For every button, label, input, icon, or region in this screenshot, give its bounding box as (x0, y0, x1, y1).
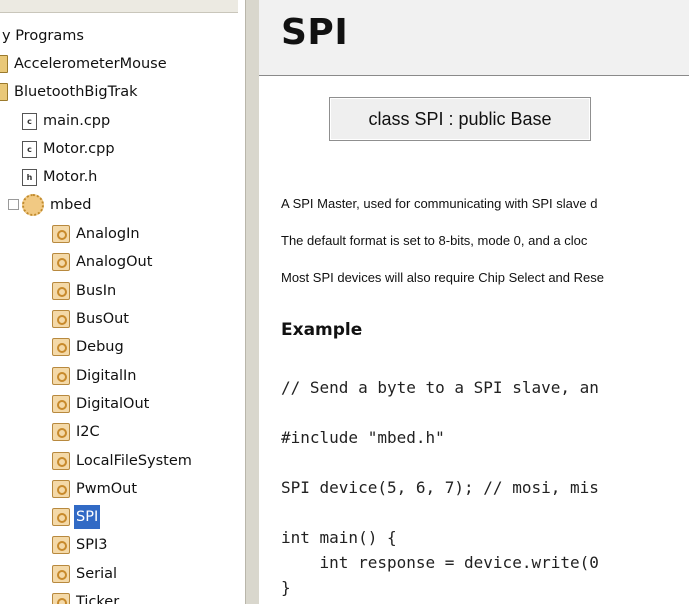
documentation-panel: SPI class SPI : public Base A SPI Master… (259, 0, 689, 604)
cpp-file-icon: c (22, 112, 37, 130)
tree-item-label: BusOut (76, 311, 129, 327)
description-paragraph: A SPI Master, used for communicating wit… (281, 196, 598, 211)
tree-item-spi[interactable]: SPI (52, 505, 101, 529)
tree-item-debug[interactable]: Debug (52, 335, 126, 359)
tree-item-label: BusIn (76, 283, 117, 299)
tree-item-label: PwmOut (76, 481, 138, 497)
tree-item-label: DigitalOut (76, 396, 150, 412)
library-icon (52, 338, 70, 356)
doc-header: SPI (259, 0, 689, 76)
tree-item-pwmout[interactable]: PwmOut (52, 477, 139, 501)
folder-icon (0, 83, 8, 101)
library-icon (52, 508, 70, 526)
library-icon (52, 480, 70, 498)
library-icon (52, 367, 70, 385)
tree-item-label: AccelerometerMouse (14, 56, 167, 72)
tree-item-busin[interactable]: BusIn (52, 279, 118, 303)
library-icon (52, 225, 70, 243)
page-title: SPI (281, 12, 349, 53)
tree-item-label: Motor.cpp (43, 141, 115, 157)
cpp-file-icon: c (22, 140, 37, 158)
tree-item-label: AnalogIn (76, 226, 140, 242)
tree-item-motor-h[interactable]: h Motor.h (22, 165, 99, 189)
tree-item-digitalout[interactable]: DigitalOut (52, 392, 151, 416)
library-icon (52, 310, 70, 328)
tree-item-digitalin[interactable]: DigitalIn (52, 364, 139, 388)
tree-item-my-programs[interactable]: y Programs (0, 24, 86, 48)
tree-item-label: SPI3 (76, 537, 108, 553)
tree-item-main-cpp[interactable]: c main.cpp (22, 109, 112, 133)
tree-item-label: Ticker (76, 594, 120, 604)
tree-item-motor-cpp[interactable]: c Motor.cpp (22, 137, 117, 161)
library-icon (52, 253, 70, 271)
code-line: int response = device.write(0 (281, 553, 599, 572)
tree-item-label: Serial (76, 566, 118, 582)
library-icon (52, 423, 70, 441)
folder-icon (0, 55, 8, 73)
tree-item-label: Motor.h (43, 169, 98, 185)
tree-item-label: main.cpp (43, 113, 111, 129)
code-line: #include "mbed.h" (281, 428, 445, 447)
tree-header-bar (0, 0, 238, 13)
example-heading: Example (281, 320, 363, 340)
library-icon (52, 593, 70, 604)
description-paragraph: The default format is set to 8-bits, mod… (281, 233, 588, 248)
code-line: SPI device(5, 6, 7); // mosi, mis (281, 478, 599, 497)
tree-item-label: SPI (74, 505, 101, 529)
tree-item-busout[interactable]: BusOut (52, 307, 131, 331)
tree-item-label: y Programs (2, 28, 84, 44)
description-paragraph: Most SPI devices will also require Chip … (281, 270, 604, 285)
tree-item-mbed[interactable]: mbed (8, 193, 93, 217)
library-icon (52, 395, 70, 413)
tree-item-i2c[interactable]: I2C (52, 420, 102, 444)
tree-item-spi3[interactable]: SPI3 (52, 533, 109, 557)
program-tree-panel: y Programs AccelerometerMouse BluetoothB… (0, 0, 245, 604)
library-icon (52, 282, 70, 300)
collapse-toggle-icon[interactable] (8, 199, 19, 210)
tree-item-analogin[interactable]: AnalogIn (52, 222, 142, 246)
header-file-icon: h (22, 168, 37, 186)
tree-item-bluetoothbigtrak[interactable]: BluetoothBigTrak (0, 80, 140, 104)
tree-item-label: I2C (76, 424, 100, 440)
tree-item-label: BluetoothBigTrak (14, 84, 138, 100)
tree-item-label: DigitalIn (76, 368, 137, 384)
tree-item-localfilesystem[interactable]: LocalFileSystem (52, 449, 194, 473)
library-icon (52, 536, 70, 554)
panel-splitter[interactable] (245, 0, 260, 604)
gear-icon (22, 194, 44, 216)
code-line: // Send a byte to a SPI slave, an (281, 378, 599, 397)
code-line: } (281, 578, 291, 597)
tree-item-label: AnalogOut (76, 254, 153, 270)
tree-item-label: Debug (76, 339, 124, 355)
tree-item-label: LocalFileSystem (76, 453, 192, 469)
code-line: int main() { (281, 528, 397, 547)
tree-item-label: mbed (50, 197, 92, 213)
class-signature-box: class SPI : public Base (329, 97, 591, 141)
tree-item-analogout[interactable]: AnalogOut (52, 250, 154, 274)
tree-item-ticker[interactable]: Ticker (52, 590, 121, 604)
library-icon (52, 565, 70, 583)
tree-item-accelerometermouse[interactable]: AccelerometerMouse (0, 52, 169, 76)
tree-item-serial[interactable]: Serial (52, 562, 119, 586)
library-icon (52, 452, 70, 470)
